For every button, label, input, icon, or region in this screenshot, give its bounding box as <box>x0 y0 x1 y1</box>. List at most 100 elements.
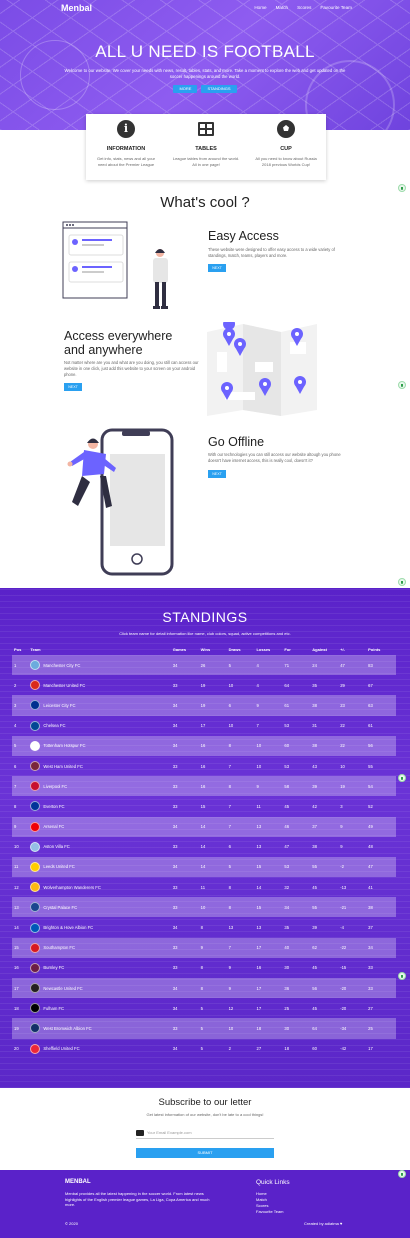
cell-against: 55 <box>312 904 317 910</box>
team-name-link[interactable]: Leicester City FC <box>43 703 75 708</box>
team-name-link[interactable]: Arsenal FC <box>43 824 64 829</box>
next-button[interactable]: NEXT <box>208 264 226 272</box>
cell-losses: 10 <box>256 743 262 749</box>
team-name-link[interactable]: Aston Villa FC <box>43 844 69 849</box>
team-name-link[interactable]: Manchester United FC <box>43 683 85 688</box>
brand-logo[interactable]: Menbal <box>61 3 92 13</box>
cell-team[interactable]: Leicester City FC <box>30 700 172 711</box>
standings-button[interactable]: STANDINGS <box>201 85 237 93</box>
table-row[interactable]: 15 Southampton FC 33 9 7 17 40 62 -22 34 <box>12 937 396 958</box>
table-row[interactable]: 5 Tottenham Hotspur FC 34 16 8 10 60 38 22 56 <box>12 735 396 756</box>
cell-draws: 6 <box>228 702 231 708</box>
shield-icon[interactable] <box>398 972 406 980</box>
cell-wins: 26 <box>200 662 206 668</box>
cell-team[interactable]: Aston Villa FC <box>30 841 172 852</box>
cell-games: 33 <box>172 904 178 910</box>
cell-team[interactable]: Brighton & Hove Albion FC <box>30 922 172 933</box>
cell-team[interactable]: Tottenham Hotspur FC <box>30 740 172 751</box>
team-name-link[interactable]: Fulham FC <box>43 1006 64 1011</box>
cell-team[interactable]: Crystal Palace FC <box>30 902 172 913</box>
cell-team[interactable]: West Ham United FC <box>30 761 172 772</box>
next-button[interactable]: NEXT <box>208 470 226 478</box>
table-row[interactable]: 13 Crystal Palace FC 33 10 8 15 34 55 -21 38 <box>12 897 396 918</box>
table-row[interactable]: 4 Chelsea FC 34 17 10 7 53 31 22 61 <box>12 716 396 736</box>
table-row[interactable]: 12 Wolverhampton Wanderers FC 33 11 8 14 32 45 -… <box>12 877 396 897</box>
nav-link-favourite-team[interactable]: Favourite Team <box>320 5 352 10</box>
table-row[interactable]: 16 Burnley FC 33 8 9 16 30 45 -15 33 <box>12 958 396 978</box>
table-row[interactable]: 8 Everton FC 33 15 7 11 45 42 3 52 <box>12 796 396 816</box>
cell-diff: 3 <box>340 803 343 809</box>
table-row[interactable]: 6 West Ham United FC 33 16 7 10 53 43 10 55 <box>12 756 396 776</box>
cell-team[interactable]: Chelsea FC <box>30 720 172 731</box>
team-name-link[interactable]: Newcastle United FC <box>43 986 82 991</box>
cell-team[interactable]: Southampton FC <box>30 942 172 953</box>
table-row[interactable]: 20 Sheffield United FC 34 5 2 27 18 60 -42 17 <box>12 1039 396 1059</box>
cell-team[interactable]: Wolverhampton Wanderers FC <box>30 882 172 893</box>
table-row[interactable]: 2 Manchester United FC 33 19 10 4 64 35 29 67 <box>12 675 396 695</box>
table-row[interactable]: 11 Leeds United FC 34 14 5 15 53 55 -2 47 <box>12 856 396 878</box>
email-field[interactable]: Your Email Example.com <box>136 1127 274 1139</box>
table-row[interactable]: 10 Aston Villa FC 33 14 6 13 47 38 9 48 <box>12 837 396 857</box>
nav-link-match[interactable]: Match <box>276 5 289 10</box>
cell-team[interactable]: Liverpool FC <box>30 781 172 792</box>
submit-button[interactable]: SUBMIT <box>136 1148 274 1158</box>
table-row[interactable]: 18 Fulham FC 34 5 12 17 25 45 -20 27 <box>12 998 396 1018</box>
cell-games: 34 <box>172 1005 178 1011</box>
cell-team[interactable]: Newcastle United FC <box>30 983 172 994</box>
shield-icon[interactable] <box>398 381 406 389</box>
cell-team[interactable]: Manchester United FC <box>30 680 172 691</box>
cell-wins: 8 <box>200 925 204 931</box>
cell-team[interactable]: Leeds United FC <box>30 861 172 872</box>
team-name-link[interactable]: Wolverhampton Wanderers FC <box>43 885 100 890</box>
team-name-link[interactable]: West Ham United FC <box>43 764 82 769</box>
footer-link-favourite-team[interactable]: Favourite Team <box>256 1209 284 1215</box>
cell-team[interactable]: Arsenal FC <box>30 821 172 832</box>
table-row[interactable]: 14 Brighton & Hove Albion FC 34 8 13 13 35 39 -4… <box>12 917 396 937</box>
team-name-link[interactable]: Burnley FC <box>43 965 64 970</box>
team-name-link[interactable]: Sheffield United FC <box>43 1046 79 1051</box>
cell-team[interactable]: Everton FC <box>30 801 172 812</box>
shield-icon[interactable] <box>398 774 406 782</box>
cell-losses: 9 <box>256 702 259 708</box>
table-row[interactable]: 19 West Bromwich Albion FC 33 5 10 18 30 64 -34 2… <box>12 1018 396 1039</box>
cell-against: 35 <box>312 682 317 688</box>
team-name-link[interactable]: Liverpool FC <box>43 784 67 789</box>
table-row[interactable]: 3 Leicester City FC 34 19 6 9 61 38 23 63 <box>12 695 396 716</box>
team-name-link[interactable]: Tottenham Hotspur FC <box>43 743 85 748</box>
table-row[interactable]: 7 Liverpool FC 33 16 8 9 58 39 19 54 <box>12 776 396 797</box>
team-name-link[interactable]: Crystal Palace FC <box>43 905 77 910</box>
table-row[interactable]: 1 Manchester City FC 34 26 5 4 71 24 47 83 <box>12 655 396 676</box>
nav-link-home[interactable]: Home <box>254 5 266 10</box>
cell-losses: 14 <box>256 884 262 890</box>
cell-team[interactable]: Manchester City FC <box>30 660 172 671</box>
table-row[interactable]: 9 Arsenal FC 34 14 7 13 46 37 9 49 <box>12 816 396 837</box>
team-name-link[interactable]: Chelsea FC <box>43 723 65 728</box>
shield-icon[interactable] <box>398 578 406 586</box>
team-name-link[interactable]: Leeds United FC <box>43 864 74 869</box>
cell-team[interactable]: Sheffield United FC <box>30 1043 172 1054</box>
team-name-link[interactable]: Brighton & Hove Albion FC <box>43 925 93 930</box>
team-name-link[interactable]: Everton FC <box>43 804 64 809</box>
cell-team[interactable]: Fulham FC <box>30 1003 172 1014</box>
team-name-link[interactable]: West Bromwich Albion FC <box>43 1026 91 1031</box>
cell-pos: 17 <box>14 985 19 991</box>
cell-draws: 8 <box>228 884 231 890</box>
cell-team[interactable]: West Bromwich Albion FC <box>30 1023 172 1034</box>
cell-games: 34 <box>172 743 178 749</box>
team-name-link[interactable]: Southampton FC <box>43 945 75 950</box>
cell-for: 18 <box>284 1046 290 1052</box>
table-row[interactable]: 17 Newcastle United FC 34 8 9 17 36 56 -20 33 <box>12 978 396 999</box>
cell-wins: 14 <box>200 864 206 870</box>
more-button[interactable]: MORE <box>173 85 198 93</box>
feature-text: These website were designed to offer eas… <box>208 247 335 258</box>
team-name-link[interactable]: Manchester City FC <box>43 663 80 668</box>
ball-icon <box>277 120 295 138</box>
nav-link-scores[interactable]: Scores <box>297 5 311 10</box>
next-button[interactable]: NEXT <box>64 383 82 391</box>
shield-icon[interactable] <box>398 1170 406 1178</box>
cell-team[interactable]: Burnley FC <box>30 962 172 973</box>
feature-text: With our technologies you can still acce… <box>208 452 341 463</box>
cell-diff: 9 <box>340 844 343 850</box>
cell-draws: 8 <box>228 904 231 910</box>
shield-icon[interactable] <box>398 184 406 192</box>
